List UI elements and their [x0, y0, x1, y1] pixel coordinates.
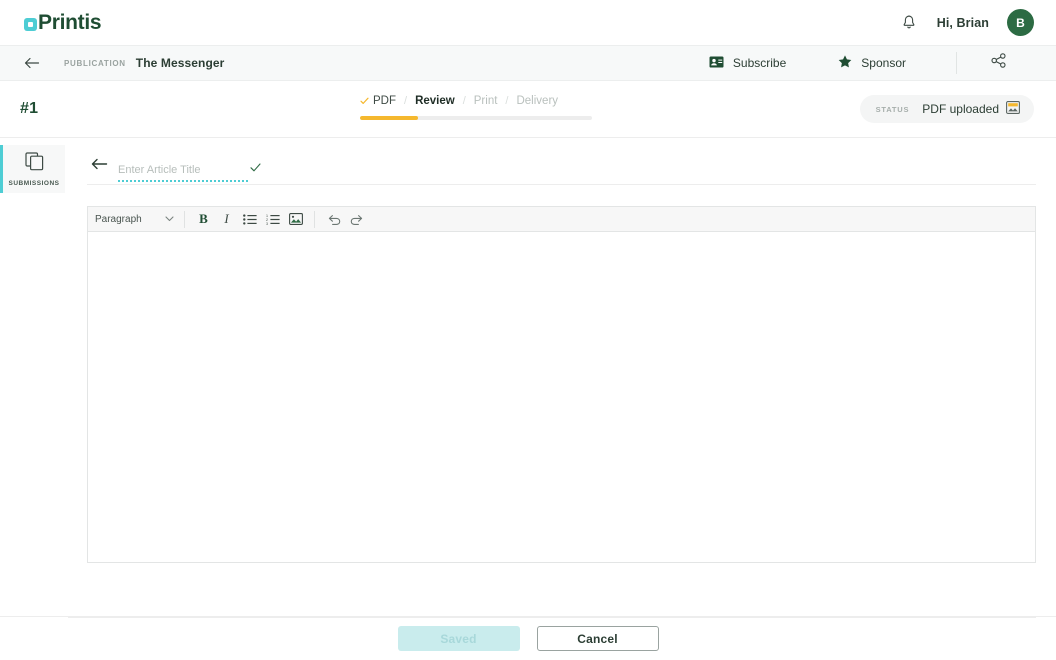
status-value-wrap: PDF uploaded [922, 101, 1020, 117]
step-pdf-label: PDF [373, 95, 396, 107]
avatar[interactable]: B [1007, 9, 1034, 36]
publication-name: The Messenger [135, 56, 225, 70]
progress-track [360, 116, 592, 120]
toolbar-separator [314, 210, 315, 228]
left-sidebar: SUBMISSIONS [0, 138, 65, 660]
footer-action-bar: Saved Cancel [0, 616, 1056, 660]
step-separator: / [404, 95, 408, 107]
editor-toolbar: Paragraph B I 1 2 3 [87, 206, 1036, 231]
article-title-underline [118, 180, 248, 182]
workflow-steps: PDF / Review / Print / Delivery [360, 95, 592, 107]
footer-divider [68, 617, 1036, 618]
check-icon[interactable] [250, 159, 261, 177]
subscribe-button[interactable]: Subscribe [683, 56, 812, 71]
step-delivery[interactable]: Delivery [516, 95, 558, 107]
top-bar-right: Hi, Brian B [899, 9, 1034, 36]
step-separator: / [462, 95, 466, 107]
block-format-value: Paragraph [95, 213, 142, 225]
check-icon [360, 97, 369, 104]
logo-mark-icon [24, 18, 37, 31]
editor-content-area[interactable] [87, 231, 1036, 563]
logo-text: Printis [38, 10, 102, 34]
main-body: SUBMISSIONS Enter Article Title Paragrap… [0, 138, 1056, 660]
subscribe-label: Subscribe [732, 56, 787, 70]
undo-button[interactable] [323, 209, 344, 229]
save-button[interactable]: Saved [397, 626, 520, 651]
status-label: STATUS [875, 104, 910, 114]
share-button[interactable] [963, 53, 1034, 73]
svg-text:3: 3 [266, 222, 268, 225]
sidebar-item-submissions[interactable]: SUBMISSIONS [0, 145, 65, 193]
status-badge: STATUS PDF uploaded [859, 95, 1034, 123]
cancel-button[interactable]: Cancel [536, 626, 659, 651]
bullet-list-button[interactable] [239, 209, 260, 229]
star-icon [838, 55, 852, 71]
app-logo[interactable]: Printis [24, 10, 102, 35]
publication-label: PUBLICATION [64, 58, 126, 68]
step-delivery-label: Delivery [516, 95, 559, 107]
step-review-label: Review [415, 95, 455, 107]
user-greeting: Hi, Brian [936, 15, 989, 30]
contact-card-icon [709, 56, 724, 71]
app-root: Printis Hi, Brian B PUBLICATION The Mess… [0, 0, 1056, 660]
sponsor-button[interactable]: Sponsor [812, 55, 932, 71]
step-separator: / [505, 95, 509, 107]
italic-button[interactable]: I [216, 209, 237, 229]
progress-fill [360, 116, 418, 120]
publication-nav-bar: PUBLICATION The Messenger Subscribe Spon… [0, 46, 1056, 81]
article-title-field [118, 160, 261, 182]
step-print-label: Print [473, 95, 498, 107]
article-back-icon[interactable] [87, 152, 111, 176]
status-value-text: PDF uploaded [922, 102, 999, 116]
bell-icon[interactable] [899, 13, 919, 33]
issue-header: #1 PDF / Review / Print / Delivery STATU… [0, 81, 1056, 138]
step-print[interactable]: Print [474, 95, 498, 107]
publication-nav-actions: Subscribe Sponsor [683, 52, 1034, 74]
block-format-select[interactable]: Paragraph [95, 214, 177, 225]
step-pdf[interactable]: PDF [360, 95, 396, 107]
nav-divider [956, 52, 957, 74]
step-review[interactable]: Review [415, 95, 455, 107]
share-icon [991, 53, 1006, 73]
arrow-left-icon[interactable] [20, 51, 44, 75]
rich-text-editor: Paragraph B I 1 2 3 [87, 206, 1036, 563]
document-uploaded-icon [1006, 101, 1020, 117]
bold-button[interactable]: B [193, 209, 214, 229]
chevron-down-icon [165, 214, 174, 225]
article-title-row [87, 138, 1036, 185]
top-bar: Printis Hi, Brian B [0, 0, 1056, 46]
redo-button[interactable] [346, 209, 367, 229]
workflow-stepper: PDF / Review / Print / Delivery [360, 95, 592, 120]
toolbar-separator [184, 210, 185, 228]
content-area: Paragraph B I [65, 138, 1056, 660]
insert-image-button[interactable] [285, 209, 306, 229]
sidebar-item-label: SUBMISSIONS [8, 179, 60, 187]
numbered-list-button[interactable]: 1 2 3 [262, 209, 283, 229]
sponsor-label: Sponsor [861, 56, 906, 70]
issue-number: #1 [20, 100, 39, 117]
copy-stack-icon [24, 151, 44, 176]
